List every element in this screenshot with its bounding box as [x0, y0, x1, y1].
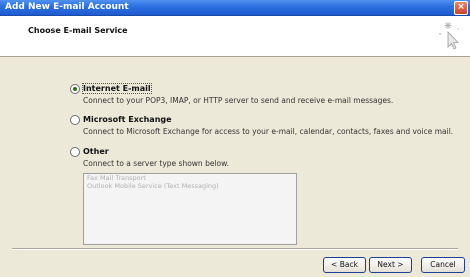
close-button[interactable]: ×	[454, 1, 468, 15]
other-radio[interactable]	[70, 147, 80, 157]
microsoft-exchange-radio[interactable]	[70, 115, 80, 125]
other-label[interactable]: Other	[83, 147, 109, 156]
footer-divider	[12, 248, 458, 250]
list-item[interactable]: Fax Mail Transport	[84, 174, 296, 182]
internet-email-radio[interactable]	[70, 84, 80, 94]
title-bar: Add New E-mail Account ×	[0, 0, 470, 16]
back-button[interactable]: < Back	[323, 257, 366, 273]
internet-email-description: Connect to your POP3, IMAP, or HTTP serv…	[83, 96, 394, 105]
header-panel: Choose E-mail Service	[0, 16, 470, 57]
internet-email-label[interactable]: Internet E-mail	[82, 83, 152, 94]
other-server-type-list[interactable]: Fax Mail Transport Outlook Mobile Servic…	[83, 173, 297, 245]
list-item[interactable]: Outlook Mobile Service (Text Messaging)	[84, 182, 296, 190]
microsoft-exchange-label[interactable]: Microsoft Exchange	[83, 115, 172, 124]
window-title: Add New E-mail Account	[5, 2, 129, 12]
page-title: Choose E-mail Service	[28, 26, 128, 35]
microsoft-exchange-description: Connect to Microsoft Exchange for access…	[83, 127, 454, 136]
mail-cursor-sparkle-icon	[439, 22, 459, 50]
next-button[interactable]: Next >	[369, 257, 412, 273]
cancel-button[interactable]: Cancel	[421, 257, 465, 273]
other-description: Connect to a server type shown below.	[83, 159, 229, 168]
